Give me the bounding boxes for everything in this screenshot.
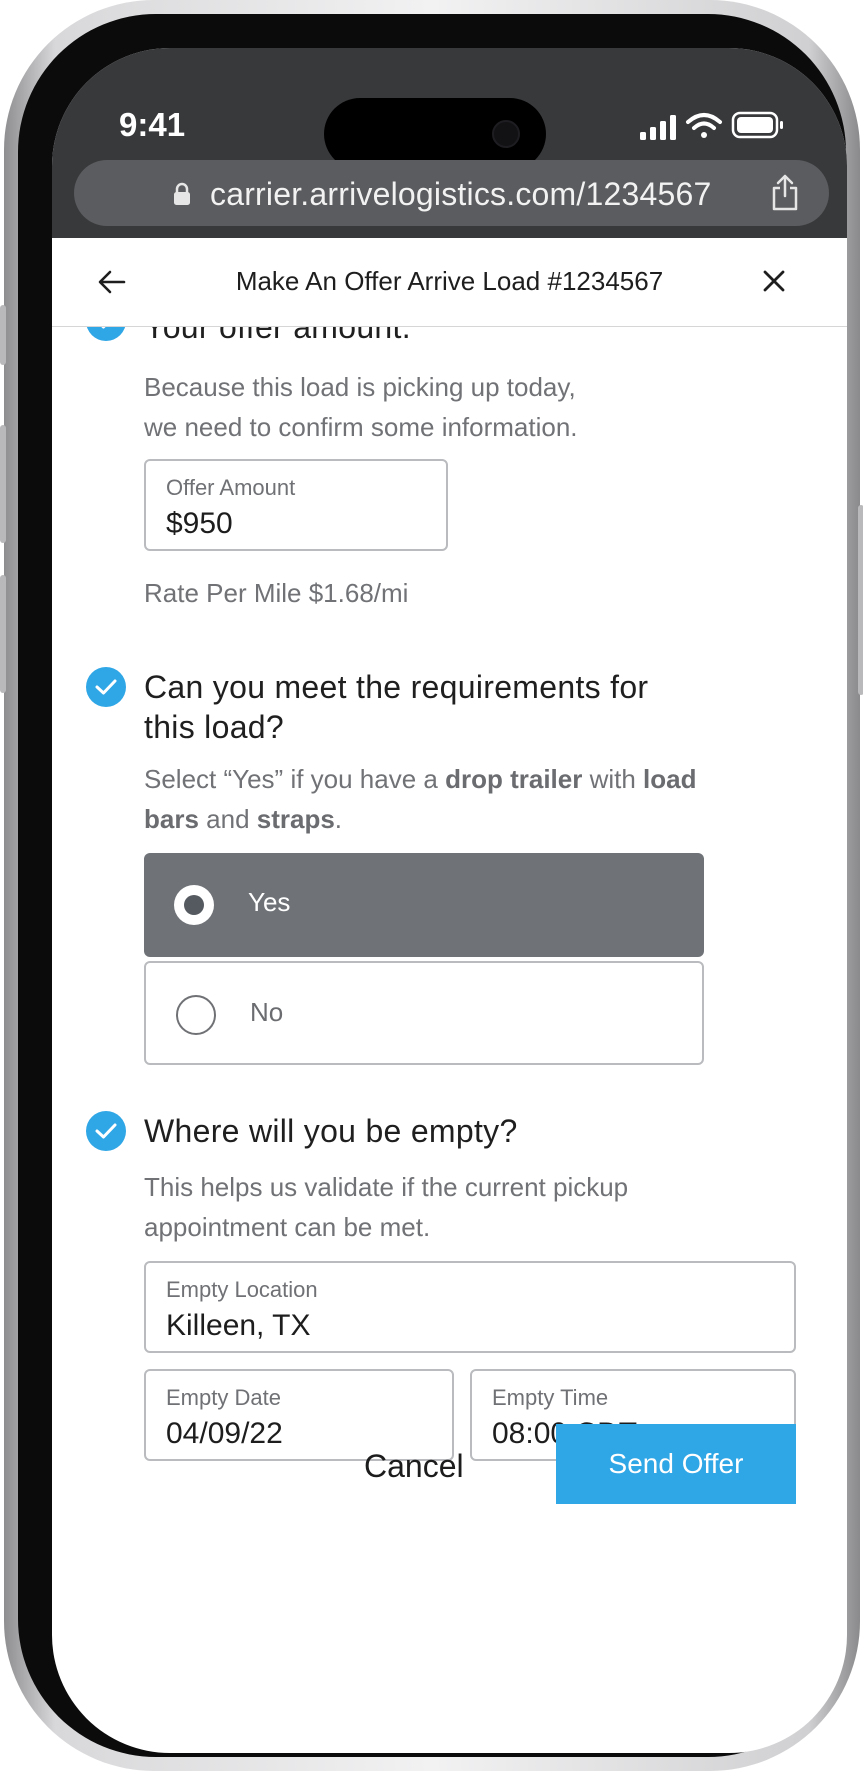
wifi-icon: [686, 113, 722, 138]
phone-frame: 9:41 carrier.arrivelogistics.com/1234567…: [0, 0, 863, 1771]
close-icon[interactable]: [759, 266, 789, 296]
phone-bezel: 9:41 carrier.arrivelogistics.com/1234567…: [18, 14, 847, 1757]
status-time: 9:41: [119, 106, 186, 143]
empty-time-label: Empty Time: [492, 1385, 609, 1410]
offer-amount-value: $950: [166, 507, 233, 540]
offer-amount-label: Offer Amount: [166, 475, 296, 500]
checkmark-icon: [86, 1111, 126, 1151]
camera-icon: [492, 120, 520, 148]
signal-icon: [640, 115, 676, 140]
volume-up-button: [0, 425, 6, 543]
option-yes[interactable]: Yes: [144, 853, 704, 957]
helper-text-part: with: [582, 764, 644, 794]
option-no-label: No: [250, 997, 284, 1027]
offer-form: Your offer amount. Because this load is …: [52, 327, 847, 1753]
url-text: carrier.arrivelogistics.com/1234567: [210, 176, 712, 212]
helper-text-part: .: [334, 804, 343, 834]
rate-per-mile: Rate Per Mile $1.68/mi: [144, 578, 409, 608]
option-no[interactable]: No: [144, 961, 704, 1065]
empty-date-label: Empty Date: [166, 1385, 281, 1410]
empty-date-value: 04/09/22: [166, 1417, 283, 1450]
send-offer-button[interactable]: Send Offer: [556, 1424, 796, 1504]
cancel-button[interactable]: Cancel: [364, 1448, 464, 1485]
helper-bold-drop-trailer: drop trailer: [445, 764, 583, 794]
empty-heading: Where will you be empty?: [144, 1113, 518, 1149]
share-icon[interactable]: [769, 174, 801, 212]
mute-switch: [0, 305, 6, 365]
checkmark-icon: [86, 327, 126, 341]
send-offer-label: Send Offer: [608, 1448, 744, 1479]
helper-text-part: and: [198, 804, 257, 834]
offer-amount-field[interactable]: Offer Amount $950: [144, 459, 448, 551]
requirements-heading: Can you meet the requirements for this l…: [144, 669, 649, 745]
requirements-helper-text: Select “Yes” if you have a drop trailer …: [144, 759, 704, 839]
option-yes-label: Yes: [248, 887, 291, 917]
volume-down-button: [0, 575, 6, 693]
page-header: Make An Offer Arrive Load #1234567: [52, 238, 847, 327]
status-icons: [640, 111, 783, 140]
checkmark-icon: [86, 667, 126, 707]
empty-location-field[interactable]: Empty Location Killeen, TX: [144, 1261, 796, 1353]
battery-icon: [731, 111, 783, 139]
page-title: Make An Offer Arrive Load #1234567: [235, 266, 664, 296]
empty-location-value: Killeen, TX: [166, 1309, 311, 1342]
empty-helper-text: This helps us validate if the current pi…: [144, 1172, 629, 1242]
helper-text-part: Select “Yes” if you have a: [144, 764, 446, 794]
browser-chrome: 9:41 carrier.arrivelogistics.com/1234567: [52, 48, 847, 238]
helper-bold-straps: straps: [256, 804, 335, 834]
power-button: [858, 505, 863, 695]
radio-unselected-icon: [176, 995, 216, 1035]
radio-selected-icon: [174, 885, 214, 925]
empty-location-label: Empty Location: [166, 1277, 318, 1302]
screen: 9:41 carrier.arrivelogistics.com/1234567…: [52, 48, 847, 1753]
lock-icon: [174, 182, 190, 205]
offer-helper-text: Because this load is picking up today, w…: [144, 372, 578, 442]
address-bar[interactable]: carrier.arrivelogistics.com/1234567: [74, 160, 829, 226]
offer-heading: Your offer amount.: [144, 327, 411, 345]
